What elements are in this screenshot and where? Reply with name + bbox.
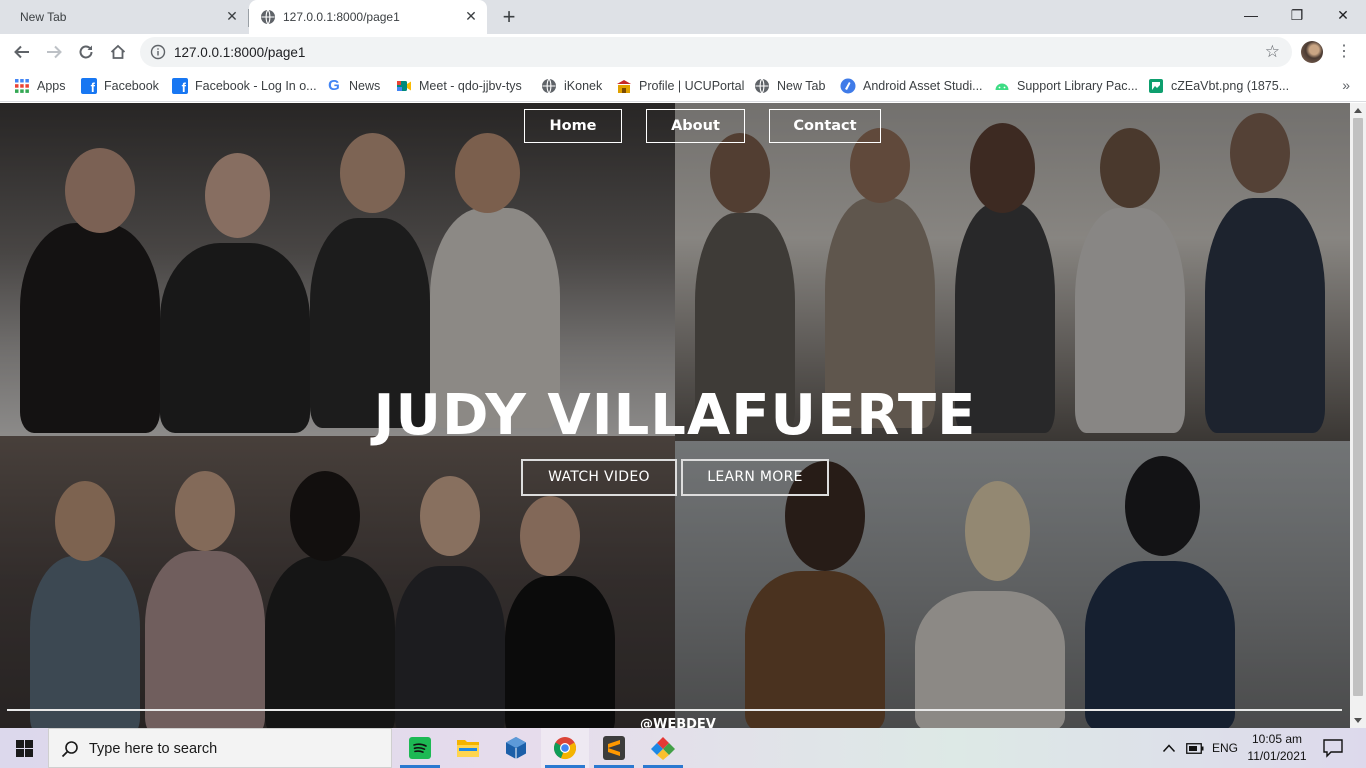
nav-home-link[interactable]: Home bbox=[524, 109, 622, 143]
facebook-icon: f bbox=[81, 78, 97, 95]
tab-title: 127.0.0.1:8000/page1 bbox=[283, 10, 400, 24]
more-menu-icon[interactable]: ⋮ bbox=[1336, 42, 1352, 62]
reload-icon[interactable] bbox=[74, 40, 98, 64]
bookmark-label: Facebook bbox=[104, 79, 159, 93]
hero-title: JUDY VILLAFUERTE bbox=[373, 383, 977, 448]
bookmark-apps[interactable]: Apps bbox=[14, 76, 66, 96]
back-arrow-icon[interactable] bbox=[10, 40, 34, 64]
android-studio-icon bbox=[840, 78, 856, 94]
battery-icon[interactable] bbox=[1186, 728, 1204, 768]
nav-contact-link[interactable]: Contact bbox=[769, 109, 881, 143]
git-icon[interactable] bbox=[639, 728, 687, 768]
taskbar-search-box[interactable]: Type here to search bbox=[48, 728, 392, 768]
bookmark-label: cZEaVbt.png (1875... bbox=[1171, 79, 1290, 93]
nav-about-link[interactable]: About bbox=[646, 109, 745, 143]
windows-start-icon[interactable] bbox=[0, 728, 48, 768]
sublime-text-icon[interactable] bbox=[590, 728, 638, 768]
close-tab-icon[interactable]: ✕ bbox=[224, 8, 240, 24]
bookmark-support-library[interactable]: Support Library Pac... bbox=[994, 76, 1138, 96]
browser-tab-strip: New Tab ✕ 127.0.0.1:8000/page1 ✕ + — ❐ ✕ bbox=[0, 0, 1366, 34]
bookmark-label: New Tab bbox=[777, 79, 826, 93]
restore-icon[interactable]: ❐ bbox=[1274, 0, 1320, 30]
clock-date: 11/01/2021 bbox=[1247, 749, 1307, 763]
footer-divider bbox=[7, 709, 1342, 711]
globe-icon bbox=[755, 78, 769, 94]
bookmark-star-icon[interactable]: ☆ bbox=[1265, 42, 1280, 62]
search-placeholder: Type here to search bbox=[89, 741, 218, 757]
footer-credit: @WEBDEV bbox=[640, 717, 716, 728]
scroll-up-icon[interactable] bbox=[1354, 108, 1362, 113]
url-text: 127.0.0.1:8000/page1 bbox=[174, 45, 306, 60]
bookmarks-bar: Apps f Facebook f Facebook - Log In o...… bbox=[0, 70, 1366, 102]
bookmark-label: Support Library Pac... bbox=[1017, 79, 1138, 93]
address-bar[interactable]: 127.0.0.1:8000/page1 ☆ bbox=[140, 37, 1292, 67]
bookmark-ikonek[interactable]: iKonek bbox=[541, 76, 602, 96]
bookmark-label: Facebook - Log In o... bbox=[195, 79, 317, 93]
bookmark-facebook[interactable]: f Facebook bbox=[81, 76, 159, 96]
bookmark-meet[interactable]: Meet - qdo-jjbv-tys bbox=[396, 76, 522, 96]
globe-icon bbox=[542, 78, 556, 94]
globe-icon bbox=[261, 9, 275, 25]
bookmark-android-asset-studio[interactable]: Android Asset Studi... bbox=[840, 76, 983, 96]
tab-new-tab[interactable]: New Tab ✕ bbox=[0, 0, 248, 34]
bookmarks-overflow-icon[interactable]: » bbox=[1342, 77, 1350, 93]
clock-time: 10:05 am bbox=[1251, 732, 1303, 746]
google-icon: G bbox=[328, 77, 340, 94]
search-icon bbox=[61, 741, 78, 758]
bookmark-ucuportal[interactable]: Profile | UCUPortal bbox=[616, 76, 744, 96]
tray-chevron-up-icon[interactable] bbox=[1162, 728, 1176, 768]
tab-page1[interactable]: 127.0.0.1:8000/page1 ✕ bbox=[249, 0, 487, 34]
bookmark-label: Android Asset Studi... bbox=[863, 79, 983, 93]
bookmark-news[interactable]: G News bbox=[326, 76, 380, 96]
windows-taskbar: Type here to search ENG 10:05 am 11/01/2… bbox=[0, 728, 1366, 768]
chrome-icon[interactable] bbox=[541, 728, 589, 768]
system-clock[interactable]: 10:05 am 11/01/2021 bbox=[1246, 731, 1308, 765]
watch-video-button[interactable]: WATCH VIDEO bbox=[521, 459, 677, 496]
portal-icon bbox=[617, 80, 631, 93]
home-icon[interactable] bbox=[106, 40, 130, 64]
learn-more-button[interactable]: LEARN MORE bbox=[681, 459, 829, 496]
file-explorer-icon[interactable] bbox=[444, 728, 492, 768]
scrollbar-thumb[interactable] bbox=[1353, 118, 1363, 696]
close-window-icon[interactable]: ✕ bbox=[1320, 0, 1366, 30]
bookmark-label: Profile | UCUPortal bbox=[639, 79, 745, 93]
bookmark-label: iKonek bbox=[564, 79, 603, 93]
profile-avatar[interactable] bbox=[1301, 41, 1323, 63]
bookmark-czeavbt[interactable]: cZEaVbt.png (1875... bbox=[1148, 76, 1289, 96]
bookmark-new-tab[interactable]: New Tab bbox=[754, 76, 825, 96]
close-tab-icon[interactable]: ✕ bbox=[463, 8, 479, 24]
minimize-icon[interactable]: — bbox=[1228, 0, 1274, 30]
bookmark-facebook-login[interactable]: f Facebook - Log In o... bbox=[172, 76, 317, 96]
bookmark-label: News bbox=[349, 79, 381, 93]
webpage-viewport: Home About Contact JUDY VILLAFUERTE WATC… bbox=[0, 103, 1350, 728]
language-indicator[interactable]: ENG bbox=[1212, 728, 1238, 768]
image-icon bbox=[1149, 79, 1163, 93]
bookmark-label: Apps bbox=[37, 79, 66, 93]
notification-center-icon[interactable] bbox=[1322, 738, 1344, 758]
site-info-icon[interactable] bbox=[150, 44, 166, 60]
android-icon bbox=[995, 83, 1009, 90]
bookmark-label: Meet - qdo-jjbv-tys bbox=[419, 79, 522, 93]
facebook-icon: f bbox=[172, 78, 188, 95]
page-scrollbar[interactable] bbox=[1350, 103, 1366, 728]
spotify-icon[interactable] bbox=[396, 728, 444, 768]
apps-grid-icon bbox=[15, 79, 29, 93]
tab-title: New Tab bbox=[20, 10, 67, 24]
forward-arrow-icon[interactable] bbox=[42, 40, 66, 64]
meet-icon bbox=[397, 81, 411, 91]
virtualbox-icon[interactable] bbox=[492, 728, 540, 768]
scroll-down-icon[interactable] bbox=[1354, 718, 1362, 723]
new-tab-plus-icon[interactable]: + bbox=[498, 6, 520, 29]
browser-toolbar: 127.0.0.1:8000/page1 ☆ ⋮ bbox=[0, 34, 1366, 70]
